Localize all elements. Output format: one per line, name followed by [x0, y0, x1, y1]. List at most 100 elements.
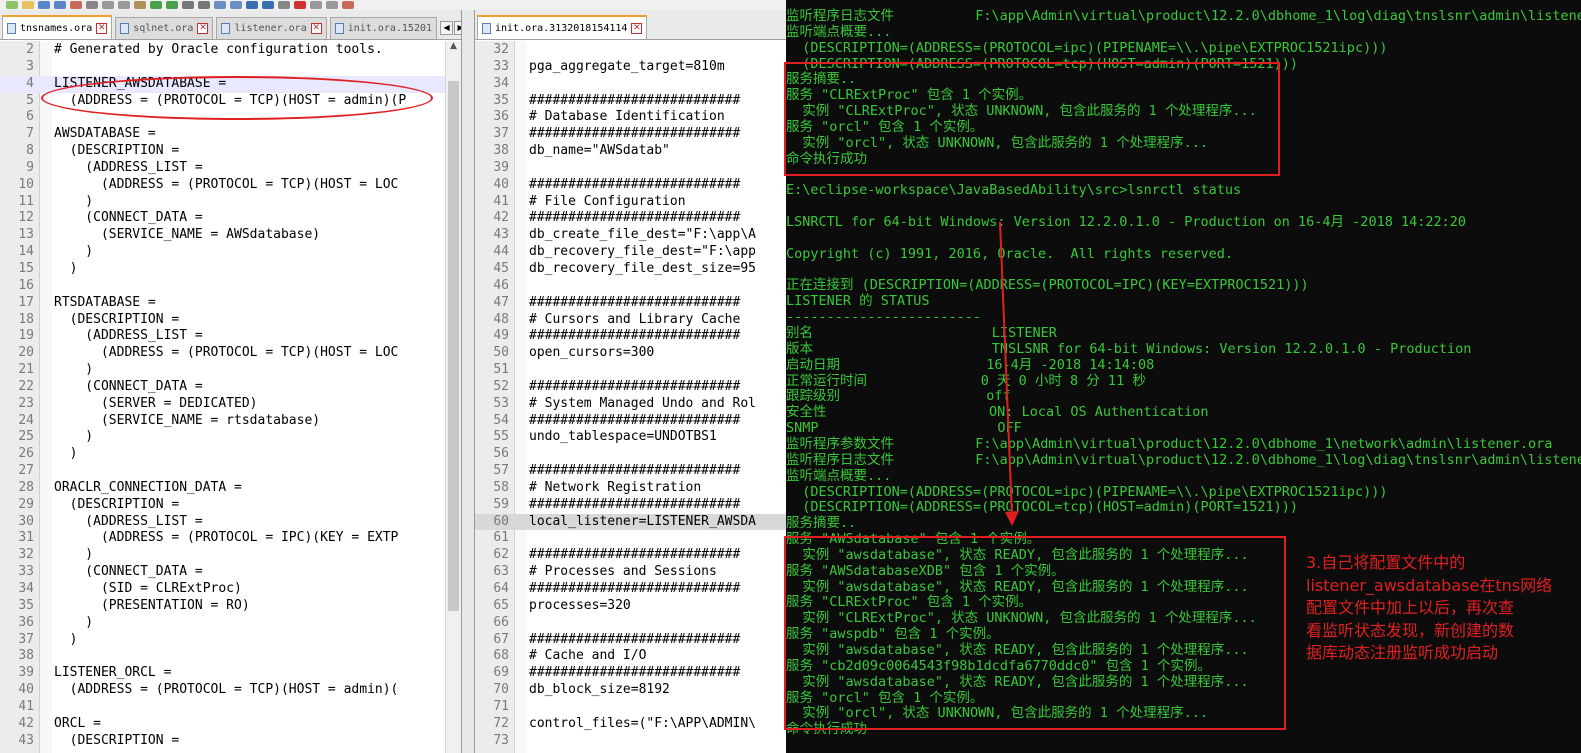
code-line[interactable]: 7 AWSDATABASE =	[0, 126, 461, 143]
code-area-left[interactable]: 2 # Generated by Oracle configuration too…	[0, 42, 461, 749]
code-line[interactable]: 17 RTSDATABASE =	[0, 295, 461, 312]
code-line[interactable]: 34	[475, 76, 786, 93]
paste-icon[interactable]	[134, 1, 146, 9]
new-file-icon[interactable]	[6, 1, 18, 9]
code-line[interactable]: 51	[475, 362, 786, 379]
code-line[interactable]: 54 ###########################	[475, 413, 786, 430]
code-line[interactable]: 40 (ADDRESS = (PROTOCOL = TCP)(HOST = ad…	[0, 682, 461, 699]
indent-guide-icon[interactable]	[278, 1, 290, 9]
code-line[interactable]: 37 )	[0, 632, 461, 649]
code-line[interactable]: 65 processes=320	[475, 598, 786, 615]
find-icon[interactable]	[182, 1, 194, 9]
replace-icon[interactable]	[198, 1, 210, 9]
save-all-icon[interactable]	[54, 1, 66, 9]
code-line[interactable]: 31 (ADDRESS = (PROTOCOL = IPC)(KEY = EXT…	[0, 530, 461, 547]
code-line[interactable]: 2 # Generated by Oracle configuration too…	[0, 42, 461, 59]
code-line[interactable]: 33 pga_aggregate_target=810m	[475, 59, 786, 76]
code-line[interactable]: 68 # Cache and I/O	[475, 648, 786, 665]
code-line[interactable]: 43 (DESCRIPTION =	[0, 733, 461, 750]
code-line[interactable]: 23 (SERVER = DEDICATED)	[0, 396, 461, 413]
scroll-up-icon[interactable]: ▲	[446, 41, 461, 55]
code-line[interactable]: 9 (ADDRESS_LIST =	[0, 160, 461, 177]
tab-init-ora[interactable]: init.ora.15201	[329, 17, 438, 39]
code-line[interactable]: 32	[475, 42, 786, 59]
code-line[interactable]: 42 ###########################	[475, 210, 786, 227]
code-line[interactable]: 62 ###########################	[475, 547, 786, 564]
cut-icon[interactable]	[102, 1, 114, 9]
play-macro-icon[interactable]	[326, 1, 338, 9]
pane-splitter[interactable]	[462, 10, 474, 753]
code-line[interactable]: 64 ###########################	[475, 581, 786, 598]
code-line[interactable]: 67 ###########################	[475, 632, 786, 649]
copy-icon[interactable]	[118, 1, 130, 9]
close-tab-icon[interactable]: ✕	[310, 23, 322, 34]
code-line[interactable]: 27	[0, 463, 461, 480]
code-line[interactable]: 16	[0, 278, 461, 295]
code-line[interactable]: 19 (ADDRESS_LIST =	[0, 328, 461, 345]
code-line[interactable]: 40 ###########################	[475, 177, 786, 194]
code-line[interactable]: 14 )	[0, 244, 461, 261]
save-macro-icon[interactable]	[342, 1, 354, 9]
code-line[interactable]: 39 LISTENER_ORCL =	[0, 665, 461, 682]
close-tab-icon[interactable]: ✕	[197, 23, 209, 34]
redo-icon[interactable]	[166, 1, 178, 9]
code-line[interactable]: 35 ###########################	[475, 93, 786, 110]
print-icon[interactable]	[86, 1, 98, 9]
code-line[interactable]: 13 (SERVICE_NAME = AWSdatabase)	[0, 227, 461, 244]
code-line[interactable]: 20 (ADDRESS = (PROTOCOL = TCP)(HOST = LO…	[0, 345, 461, 362]
tab-init-ora-active[interactable]: init.ora.3132018154114 ✕	[477, 15, 648, 39]
code-line[interactable]: 53 # System Managed Undo and Rol	[475, 396, 786, 413]
code-line[interactable]: 63 # Processes and Sessions	[475, 564, 786, 581]
code-line[interactable]: 10 (ADDRESS = (PROTOCOL = TCP)(HOST = LO…	[0, 177, 461, 194]
code-line[interactable]: 3	[0, 59, 461, 76]
save-icon[interactable]	[38, 1, 50, 9]
tab-listener[interactable]: listener.ora ✕	[216, 17, 327, 39]
code-line[interactable]: 44 db_recovery_file_dest="F:\app	[475, 244, 786, 261]
code-line[interactable]: 39	[475, 160, 786, 177]
code-line[interactable]: 34 (SID = CLRExtProc)	[0, 581, 461, 598]
code-line[interactable]: 55 undo_tablespace=UNDOTBS1	[475, 429, 786, 446]
code-line[interactable]: 46	[475, 278, 786, 295]
code-line[interactable]: 38 db_name="AWSdatab"	[475, 143, 786, 160]
code-line[interactable]: 45 db_recovery_file_dest_size=95	[475, 261, 786, 278]
word-wrap-icon[interactable]	[262, 1, 274, 9]
code-line[interactable]: 73	[475, 733, 786, 750]
code-line[interactable]: 69 ###########################	[475, 665, 786, 682]
code-line[interactable]: 18 (DESCRIPTION =	[0, 312, 461, 329]
code-line[interactable]: 12 (CONNECT_DATA =	[0, 210, 461, 227]
code-line[interactable]: 15 )	[0, 261, 461, 278]
code-line[interactable]: 35 (PRESENTATION = RO)	[0, 598, 461, 615]
scrollbar-thumb[interactable]	[448, 81, 459, 611]
zoom-out-icon[interactable]	[230, 1, 242, 9]
code-line[interactable]: 11 )	[0, 194, 461, 211]
tab-sqlnet[interactable]: sqlnet.ora ✕	[115, 17, 214, 39]
record-macro-icon[interactable]	[294, 1, 306, 9]
code-line[interactable]: 70 db_block_size=8192	[475, 682, 786, 699]
code-line[interactable]: 33 (CONNECT_DATA =	[0, 564, 461, 581]
open-file-icon[interactable]	[22, 1, 34, 9]
code-line[interactable]: 37 ###########################	[475, 126, 786, 143]
code-line[interactable]: 71	[475, 699, 786, 716]
code-line[interactable]: 41 # File Configuration	[475, 194, 786, 211]
code-line[interactable]: 72 control_files=("F:\APP\ADMIN\	[475, 716, 786, 733]
code-line[interactable]: 41	[0, 699, 461, 716]
code-line[interactable]: 49 ###########################	[475, 328, 786, 345]
code-line[interactable]: 38	[0, 648, 461, 665]
code-line[interactable]: 24 (SERVICE_NAME = rtsdatabase)	[0, 413, 461, 430]
code-line[interactable]: 48 # Cursors and Library Cache	[475, 312, 786, 329]
code-area-right[interactable]: 32 33 pga_aggregate_target=810m 34 35 #######…	[475, 42, 786, 749]
code-line[interactable]: 8 (DESCRIPTION =	[0, 143, 461, 160]
code-line[interactable]: 56	[475, 446, 786, 463]
code-line[interactable]: 42 ORCL =	[0, 716, 461, 733]
code-line[interactable]: 36 )	[0, 615, 461, 632]
close-icon[interactable]	[70, 1, 82, 9]
code-line[interactable]: 29 (DESCRIPTION =	[0, 497, 461, 514]
code-line[interactable]: 36 # Database Identification	[475, 109, 786, 126]
tab-scroll-left-icon[interactable]: ◀	[440, 21, 454, 35]
undo-icon[interactable]	[150, 1, 162, 9]
code-line[interactable]: 57 ###########################	[475, 463, 786, 480]
code-line[interactable]: 21 )	[0, 362, 461, 379]
code-line[interactable]: 32 )	[0, 547, 461, 564]
stop-macro-icon[interactable]	[310, 1, 322, 9]
code-line[interactable]: 66	[475, 615, 786, 632]
